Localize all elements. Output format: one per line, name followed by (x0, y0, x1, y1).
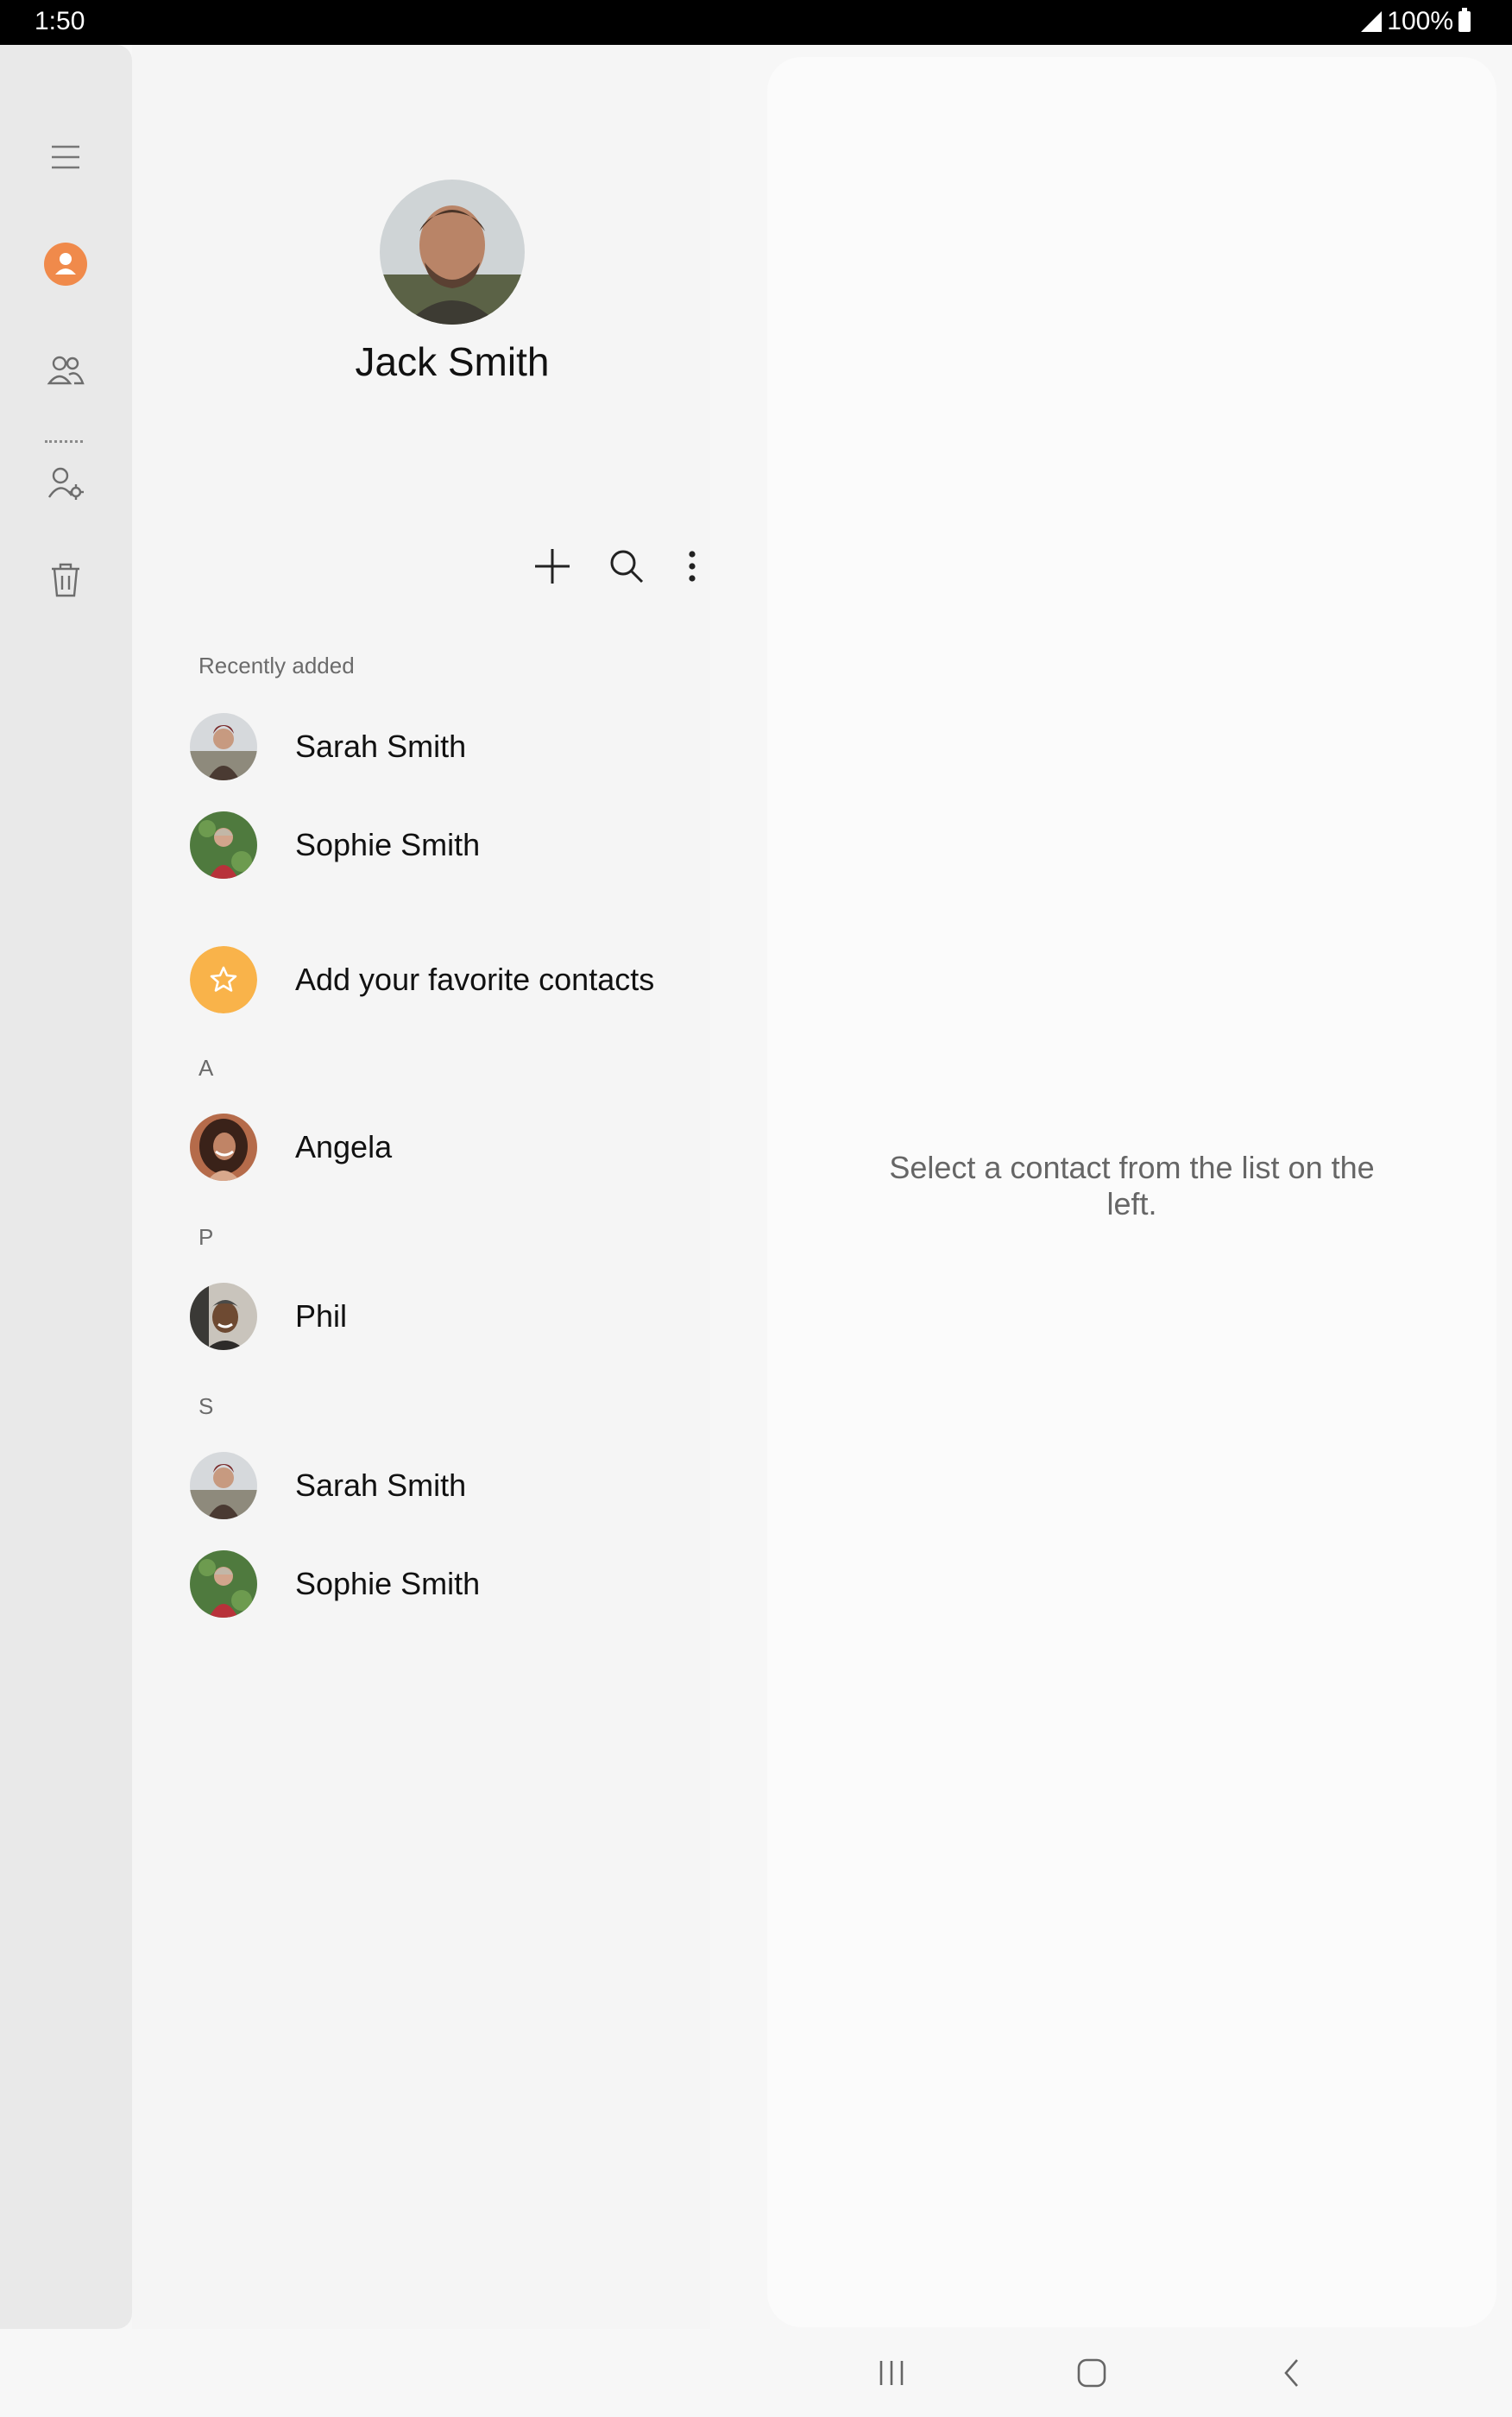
rail-divider (45, 440, 83, 443)
contacts-icon[interactable] (40, 238, 91, 290)
add-icon[interactable] (525, 539, 580, 594)
add-favorites-row[interactable]: Add your favorite contacts (181, 937, 699, 1024)
status-time: 1:50 (35, 7, 85, 35)
recents-icon[interactable] (861, 2343, 922, 2403)
add-favorites-label: Add your favorite contacts (295, 962, 655, 997)
avatar (190, 811, 257, 879)
contact-name: Phil (295, 1298, 348, 1334)
signal-icon (1361, 11, 1383, 32)
battery-icon (1458, 8, 1471, 32)
contact-row[interactable]: Sarah Smith (181, 1443, 699, 1530)
groups-icon[interactable] (40, 345, 91, 397)
more-options-icon[interactable] (665, 539, 720, 594)
contact-name: Sophie Smith (295, 827, 481, 862)
contact-name: Sarah Smith (295, 1467, 467, 1503)
empty-detail-line-2: left. (1106, 1186, 1157, 1221)
search-icon[interactable] (599, 539, 654, 594)
trash-icon[interactable] (40, 554, 91, 606)
contact-row[interactable]: Angela (181, 1105, 699, 1191)
empty-detail-line-1: Select a contact from the list on the (889, 1150, 1375, 1185)
contact-name: Sophie Smith (295, 1566, 481, 1601)
profile-avatar[interactable] (380, 180, 525, 325)
status-indicators: 100% (1361, 7, 1471, 36)
avatar (190, 1283, 257, 1350)
section-letter-p: P (198, 1224, 214, 1250)
manage-contacts-icon[interactable] (40, 458, 91, 509)
contact-row[interactable]: Sophie Smith (181, 803, 699, 889)
contact-row[interactable]: Sophie Smith (181, 1542, 699, 1628)
contact-row[interactable]: Sarah Smith (181, 704, 699, 791)
recently-added-header: Recently added (198, 653, 355, 678)
avatar (190, 1452, 257, 1519)
navigation-rail (0, 45, 132, 2329)
home-icon[interactable] (1062, 2343, 1122, 2403)
menu-icon[interactable] (40, 131, 91, 183)
system-navigation-bar (0, 2329, 1512, 2417)
contact-row[interactable]: Phil (181, 1274, 699, 1360)
battery-level: 100% (1387, 7, 1453, 35)
avatar (190, 713, 257, 780)
contact-name: Angela (295, 1129, 393, 1164)
empty-detail-message: Select a contact from the list on the le… (767, 1150, 1496, 1222)
favorites-star-icon (190, 946, 257, 1013)
section-letter-a: A (198, 1055, 214, 1081)
contact-name: Sarah Smith (295, 729, 467, 764)
avatar (190, 1550, 257, 1618)
back-icon[interactable] (1262, 2343, 1322, 2403)
section-letter-s: S (198, 1393, 214, 1419)
status-bar: 1:50 100% (0, 0, 1512, 45)
contact-detail-panel: Select a contact from the list on the le… (767, 57, 1496, 2327)
avatar (190, 1114, 257, 1181)
profile-name[interactable]: Jack Smith (259, 338, 646, 385)
